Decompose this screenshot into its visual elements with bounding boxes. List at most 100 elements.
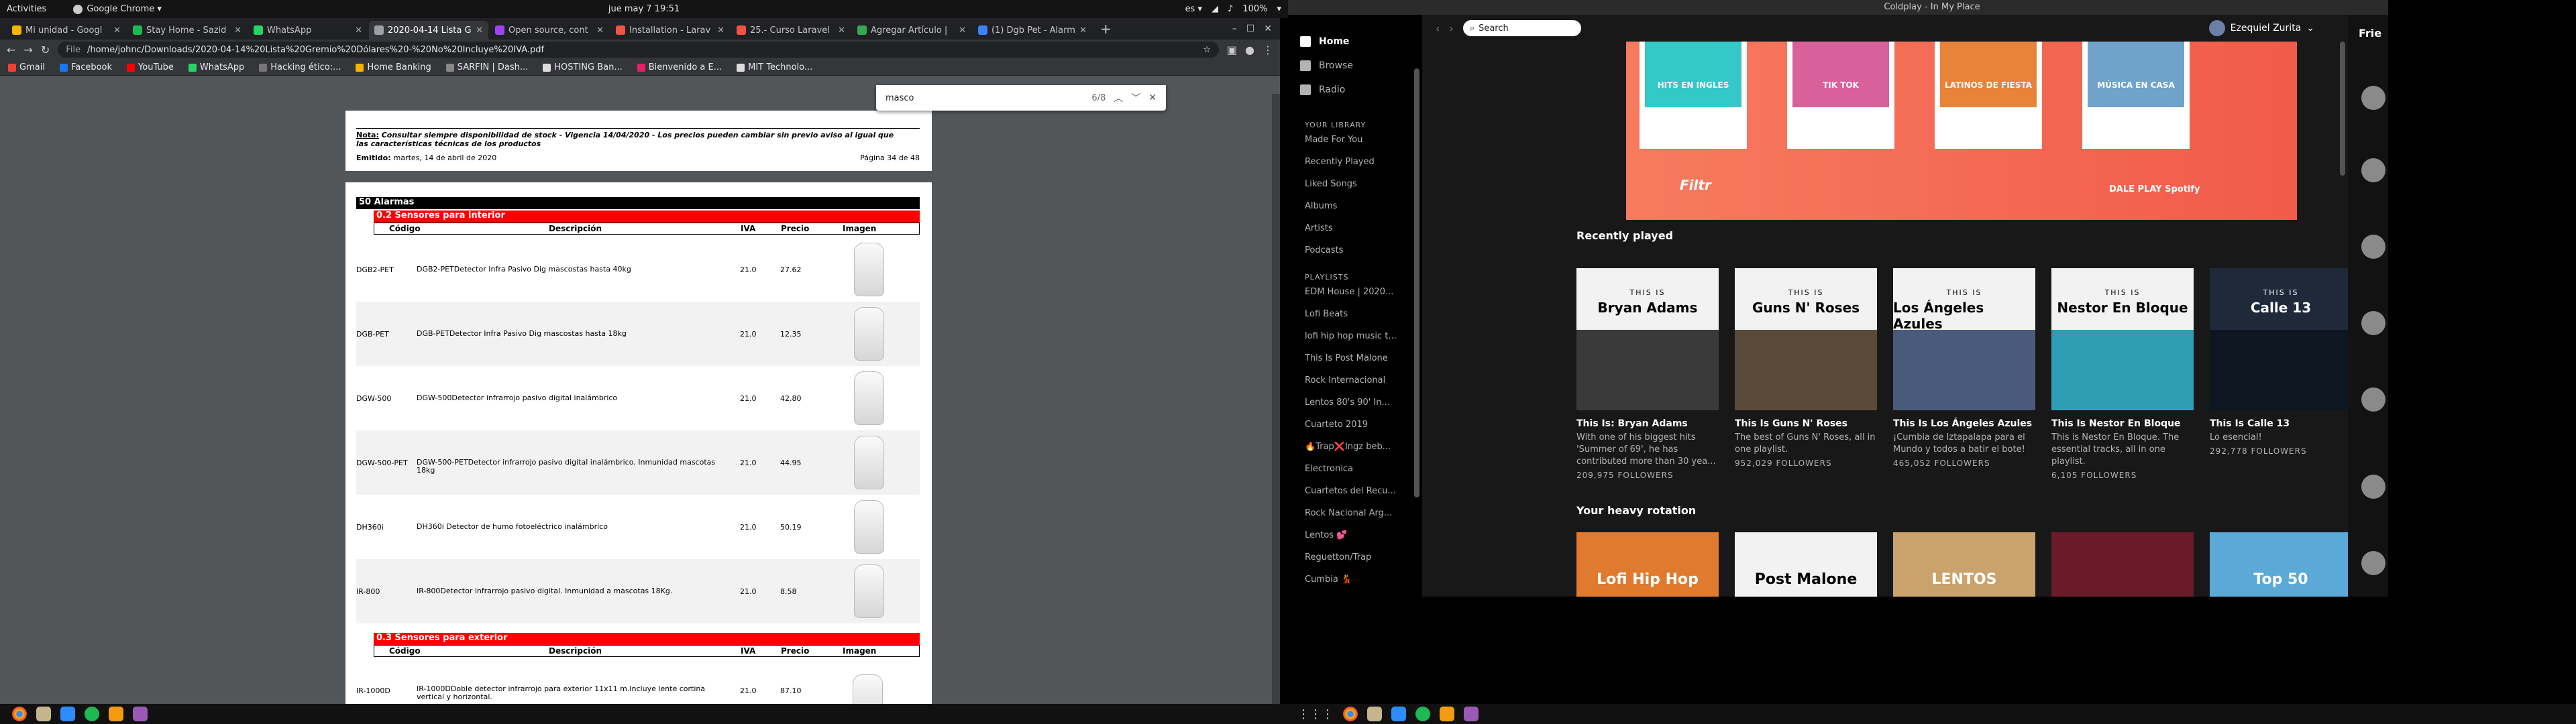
bookmark-item[interactable]: YouTube (127, 62, 174, 72)
maximize-icon[interactable]: ☐ (1246, 23, 1255, 34)
profile-icon[interactable]: ● (1245, 44, 1254, 56)
back-icon[interactable]: ‹ (1436, 22, 1440, 35)
phpstorm-icon[interactable] (133, 707, 148, 721)
nav-radio[interactable]: Radio (1300, 84, 1422, 95)
close-icon[interactable]: ✕ (596, 25, 604, 36)
heavy-card[interactable] (2051, 532, 2194, 597)
promo-banner[interactable]: HITS EN INGLES TIK TOK LATINOS DE FIESTA… (1626, 42, 2297, 220)
tab[interactable]: Installation - Larav ✕ (610, 21, 730, 40)
playlist-cover[interactable]: THIS IS Nestor En Bloque (2051, 268, 2194, 410)
app-grid-icon[interactable]: ⋮⋮⋮ (1297, 707, 1334, 721)
avatar[interactable] (2361, 387, 2385, 412)
avatar[interactable] (2361, 86, 2385, 110)
nav-home[interactable]: Home (1300, 36, 1422, 47)
sidebar-scrollbar[interactable] (1414, 68, 1419, 497)
card-title[interactable]: This Is Nestor En Bloque (2051, 418, 2194, 429)
playlist-cover[interactable]: Top 50 (2210, 532, 2348, 597)
playlist-item[interactable]: EDM House | 2020... (1305, 287, 1405, 297)
playlist-item[interactable]: Reguetton/Trap (1305, 552, 1405, 562)
close-icon[interactable]: ✕ (959, 25, 966, 36)
chrome-icon[interactable] (1343, 707, 1358, 721)
playlist-item[interactable]: Lofi Beats (1305, 309, 1405, 319)
clock[interactable]: jue may 7 19:51 (608, 4, 680, 14)
bookmark-item[interactable]: HOSTING Ban... (543, 62, 623, 72)
app-menu[interactable]: Google Chrome ▾ (73, 4, 162, 14)
extension-icon[interactable]: ▣ (1227, 44, 1237, 56)
back-icon[interactable]: ← (7, 44, 15, 56)
tab[interactable]: Mi unidad - Googl ✕ (7, 21, 126, 40)
card-title[interactable]: This Is: Bryan Adams (1576, 418, 1719, 429)
sublime-icon[interactable] (109, 707, 123, 721)
bookmark-item[interactable]: WhatsApp (188, 62, 244, 72)
playlist-item[interactable]: Lentos 💕 (1305, 530, 1405, 540)
files-icon[interactable] (36, 707, 51, 721)
playlist-card[interactable]: THIS IS Los Ángeles Azules This Is Los Áng… (1893, 268, 2035, 480)
close-icon[interactable]: ✕ (838, 25, 845, 36)
nav-browse[interactable]: Browse (1300, 60, 1422, 71)
files-icon[interactable] (1367, 707, 1382, 721)
library-item[interactable]: Artists (1305, 223, 1405, 233)
bookmark-item[interactable]: SARFIN | Dash... (445, 62, 528, 72)
card-title[interactable]: This Is Guns N' Roses (1735, 418, 1877, 429)
playlist-card[interactable]: THIS IS Calle 13 This Is Calle 13 Lo esenci… (2210, 268, 2348, 480)
avatar[interactable] (2361, 235, 2385, 259)
close-icon[interactable]: ✕ (234, 25, 241, 36)
bookmark-item[interactable]: Bienvenido a E... (637, 62, 722, 72)
playlist-cover[interactable]: Lofi Hip Hop (1576, 532, 1719, 597)
find-input[interactable]: masco (885, 93, 1083, 103)
address-bar[interactable]: File /home/johnc/Downloads/2020-04-14%20… (58, 42, 1219, 58)
user-menu[interactable]: Ezequiel Zurita ⌄ (2208, 20, 2314, 36)
playlist-item[interactable]: This Is Post Malone (1305, 353, 1405, 363)
playlist-cover[interactable]: THIS IS Calle 13 (2210, 268, 2348, 410)
tab[interactable]: Open source, cont ✕ (490, 21, 609, 40)
thunderbird-icon[interactable] (1391, 707, 1406, 721)
tab[interactable]: 25.- Curso Laravel ✕ (731, 21, 851, 40)
language-indicator[interactable]: es ▾ (1185, 4, 1202, 14)
close-icon[interactable]: ✕ (355, 25, 362, 36)
bookmark-item[interactable]: Gmail (8, 62, 45, 72)
bookmark-item[interactable]: Home Banking (356, 62, 431, 72)
heavy-card[interactable]: Lofi Hip Hop (1576, 532, 1719, 597)
playlist-item[interactable]: Rock Nacional Arg... (1305, 508, 1405, 518)
playlist-card[interactable]: THIS IS Nestor En Bloque This Is Nestor En… (2051, 268, 2194, 480)
library-item[interactable]: Albums (1305, 201, 1405, 211)
tab[interactable]: Agregar Artículo | ✕ (852, 21, 971, 40)
bookmark-item[interactable]: Hacking ético:... (259, 62, 341, 72)
library-item[interactable]: Liked Songs (1305, 179, 1405, 189)
forward-icon[interactable]: › (1449, 22, 1453, 35)
spotify-icon[interactable] (1415, 707, 1430, 721)
library-item[interactable]: Podcasts (1305, 245, 1405, 255)
scrollbar[interactable] (1272, 94, 1280, 722)
playlist-item[interactable]: Rock Internacional (1305, 375, 1405, 385)
playlist-item[interactable]: Cuarteto 2019 (1305, 420, 1405, 430)
find-next-icon[interactable]: ﹀ (1131, 91, 1140, 105)
menu-icon[interactable]: ⋮ (1263, 44, 1273, 56)
playlist-cover[interactable]: THIS IS Bryan Adams (1576, 268, 1719, 410)
bookmark-item[interactable]: MIT Technolo... (737, 62, 812, 72)
playlist-item[interactable]: lofi hip hop music t... (1305, 331, 1405, 341)
close-icon[interactable]: ✕ (476, 25, 483, 36)
playlist-cover[interactable]: Post Malone (1735, 532, 1877, 597)
activities-button[interactable]: Activities (7, 4, 46, 14)
find-prev-icon[interactable]: ︿ (1114, 91, 1123, 105)
thunderbird-icon[interactable] (60, 707, 75, 721)
playlist-item[interactable]: Cumbia 💃 (1305, 575, 1405, 585)
playlist-item[interactable]: Cuartetos del Recu... (1305, 486, 1405, 496)
library-item[interactable]: Recently Played (1305, 157, 1405, 167)
minimize-icon[interactable]: – (1232, 23, 1237, 34)
playlist-cover[interactable]: THIS IS Guns N' Roses (1735, 268, 1877, 410)
playlist-cover[interactable]: LENTOS (1893, 532, 2035, 597)
avatar[interactable] (2361, 158, 2385, 182)
playlist-cover[interactable] (2051, 532, 2194, 597)
close-icon[interactable]: ✕ (1079, 25, 1087, 36)
avatar[interactable] (2361, 475, 2385, 499)
playlist-card[interactable]: THIS IS Bryan Adams This Is: Bryan Adams Wi… (1576, 268, 1719, 480)
library-item[interactable]: Made For You (1305, 135, 1405, 145)
playlist-card[interactable]: THIS IS Guns N' Roses This Is Guns N' Rose… (1735, 268, 1877, 480)
tab[interactable]: Stay Home - Sazid ✕ (127, 21, 247, 40)
close-icon[interactable]: ✕ (717, 25, 724, 36)
system-tray[interactable]: es ▾ ◢ ♪ 100% ▾ (1185, 4, 1281, 14)
playlist-cover[interactable]: THIS IS Los Ángeles Azules (1893, 268, 2035, 410)
phpstorm-icon[interactable] (1464, 707, 1479, 721)
avatar[interactable] (2361, 311, 2385, 335)
